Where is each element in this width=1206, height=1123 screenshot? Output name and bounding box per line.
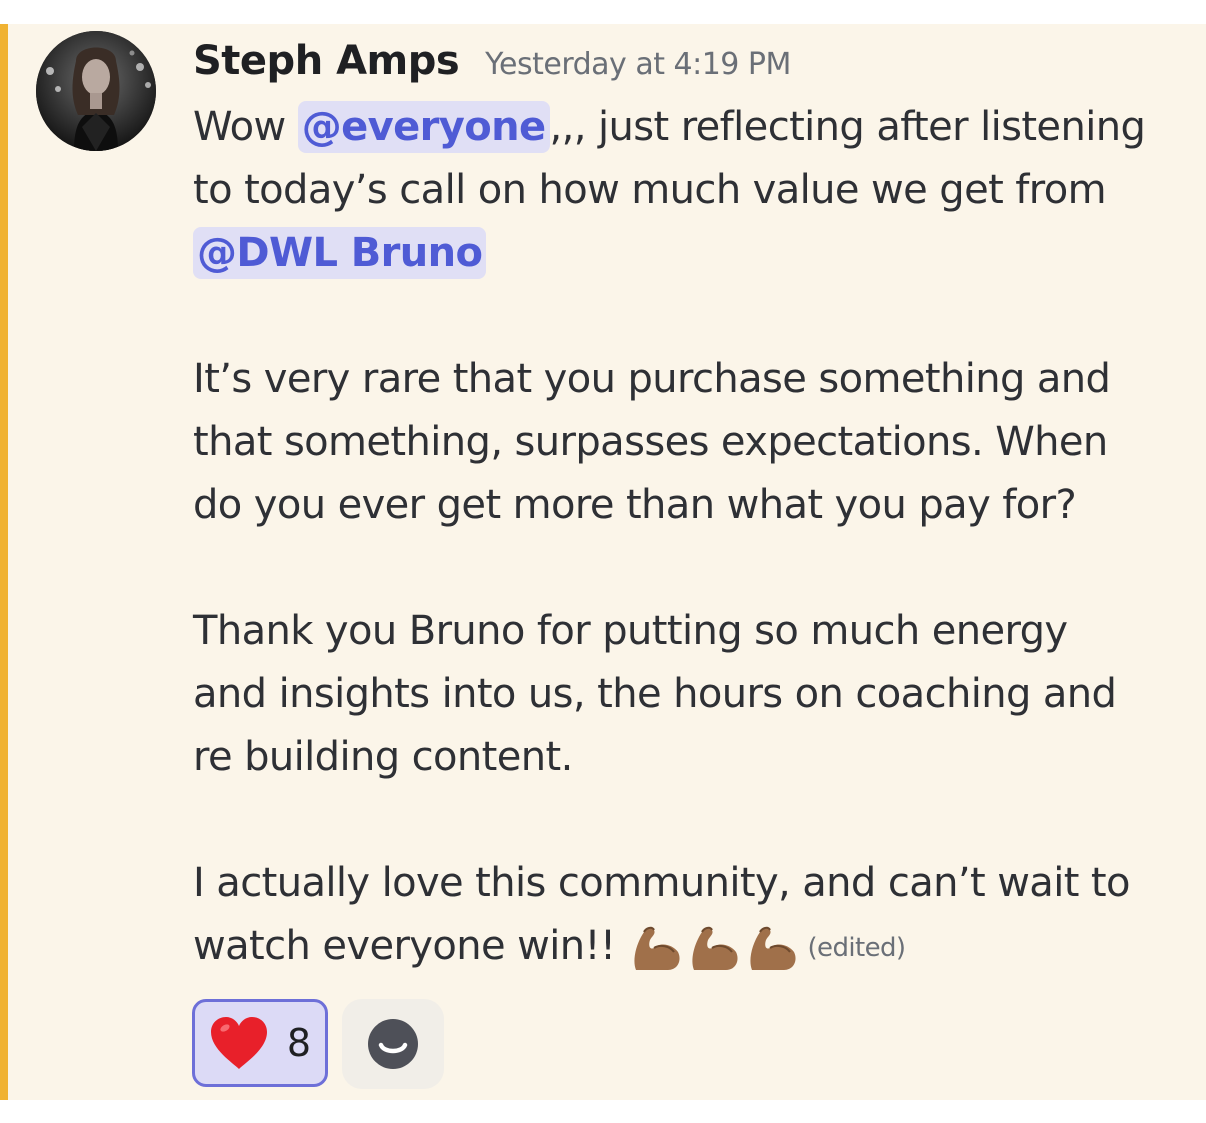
message-line: do you ever get more than what you pay f… [193, 474, 1183, 537]
reaction-count: 8 [286, 1021, 312, 1065]
flexed-biceps-icon [633, 926, 680, 970]
message-content: Wow @everyone,,, just reflecting after l… [193, 96, 1183, 978]
avatar[interactable] [36, 31, 156, 151]
message-text: I actually love this community, and can’… [193, 860, 1130, 906]
message-text: do you ever get more than what you pay f… [193, 482, 1077, 528]
edited-label: (edited) [807, 932, 907, 963]
message-line: and insights into us, the hours on coach… [193, 663, 1183, 726]
timestamp[interactable]: Yesterday at 4:19 PM [485, 47, 791, 82]
message-text: ,,, just reflecting after listening [549, 104, 1146, 150]
message-text: watch everyone win!! [193, 923, 616, 969]
mention-highlight-bar [0, 24, 8, 1100]
add-reaction-button[interactable] [342, 999, 444, 1089]
red-heart-icon [210, 1017, 267, 1069]
mention-user[interactable]: @DWL Bruno [193, 227, 487, 279]
message-line: that something, surpasses expectations. … [193, 411, 1183, 474]
message-text: Wow [193, 104, 298, 150]
reaction-heart[interactable]: 8 [192, 999, 328, 1087]
username[interactable]: Steph Amps [193, 38, 460, 84]
chat-message: Steph Amps Yesterday at 4:19 PM Wow @eve… [0, 24, 1206, 1100]
message-line: @DWL Bruno [193, 222, 1183, 285]
message-header: Steph Amps Yesterday at 4:19 PM [193, 38, 791, 94]
message-line: Wow @everyone,,, just reflecting after l… [193, 96, 1183, 159]
message-text: and insights into us, the hours on coach… [193, 671, 1117, 717]
message-line: I actually love this community, and can’… [193, 852, 1183, 915]
message-text: that something, surpasses expectations. … [193, 419, 1108, 465]
message-line: It’s very rare that you purchase somethi… [193, 348, 1183, 411]
message-line: watch everyone win!! (edited) [193, 915, 1183, 978]
message-text: to today’s call on how much value we get… [193, 167, 1107, 213]
message-text: re building content. [193, 734, 573, 780]
message-line: re building content. [193, 726, 1183, 789]
message-line: Thank you Bruno for putting so much ener… [193, 600, 1183, 663]
reactions-bar: 8 [192, 999, 444, 1089]
mention-everyone[interactable]: @everyone [297, 101, 550, 153]
message-text: It’s very rare that you purchase somethi… [193, 356, 1111, 402]
smiley-add-reaction-icon [368, 1019, 418, 1069]
message-text: Thank you Bruno for putting so much ener… [193, 608, 1068, 654]
flexed-biceps-icon [691, 926, 738, 970]
message-line: to today’s call on how much value we get… [193, 159, 1183, 222]
avatar-photo [36, 31, 156, 151]
flexed-biceps-icon [749, 926, 796, 970]
